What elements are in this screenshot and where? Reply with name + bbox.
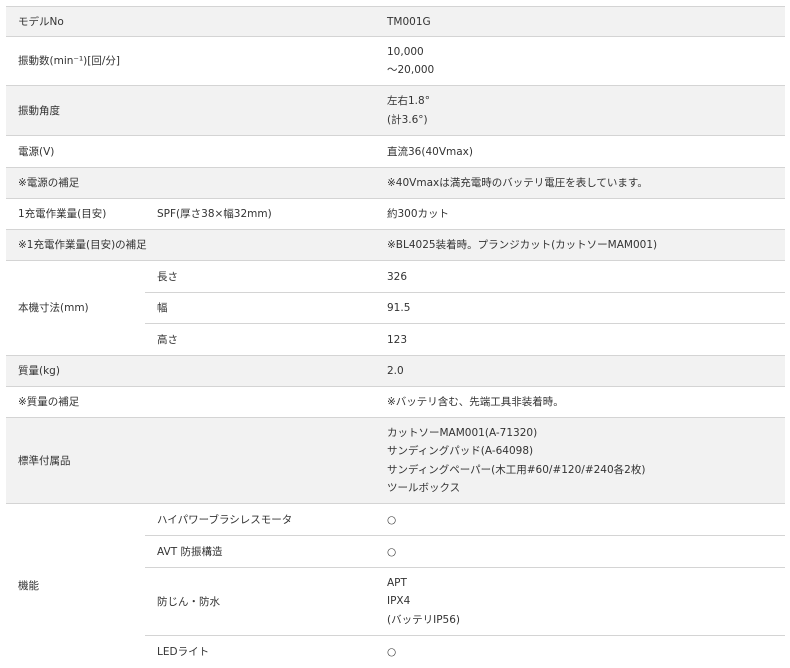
value-line: カットソーMAM001(A-71320) [387,426,538,439]
row-sublabel: SPF(厚さ38×幅32mm) [145,198,375,230]
row-work: 1充電作業量(目安) SPF(厚さ38×幅32mm) 約300カット [6,198,785,230]
row-label: 本機寸法(mm) [6,260,145,356]
value-line: ツールボックス [387,482,461,494]
row-dimension-length: 本機寸法(mm) 長さ 326 [6,260,785,356]
row-value: ○ [375,535,785,568]
row-sublabel: 高さ [145,323,375,356]
value-line: 10,000 [387,45,424,58]
row-label: ※1充電作業量(目安)の補足 [6,229,375,261]
row-value: ※バッテリ含む、先端工具非装着時。 [375,386,785,418]
row-mass-note: ※質量の補足 ※バッテリ含む、先端工具非装着時。 [6,386,785,418]
value-line: (計3.6°) [387,113,428,126]
row-value: ※40Vmaxは満充電時のバッテリ電圧を表しています。 [375,167,785,199]
row-label: 振動角度 [6,85,375,136]
row-sublabel: LEDライト [145,635,375,668]
row-model: モデルNo TM001G [6,6,785,37]
row-sublabel: AVT 防振構造 [145,535,375,568]
row-label: ※質量の補足 [6,386,375,418]
row-value: ※BL4025装着時。プランジカット(カットソーMAM001) [375,229,785,261]
row-sublabel: 長さ [145,260,375,293]
row-value: 約300カット [375,198,785,230]
row-sublabel: ハイパワーブラシレスモータ [145,503,375,536]
row-value: 左右1.8° (計3.6°) [375,85,785,136]
row-label: 標準付属品 [6,417,375,504]
row-label: 振動数(min⁻¹)[回/分] [6,36,375,86]
row-vibration: 振動数(min⁻¹)[回/分] 10,000 ～20,000 [6,36,785,86]
row-value: 直流36(40Vmax) [375,135,785,168]
row-sublabel: 防じん・防水 [145,567,375,636]
row-power: 電源(V) 直流36(40Vmax) [6,135,785,168]
value-line: APT [387,576,407,589]
row-label: 電源(V) [6,135,375,168]
value-line: サンディングパッド(A-64098) [387,445,534,457]
value-line: 左右1.8° [387,95,430,107]
row-label: ※電源の補足 [6,167,375,199]
row-value: 2.0 [375,355,785,387]
row-feature-motor: 機能 ハイパワーブラシレスモータ ○ [6,503,785,668]
row-value: 91.5 [375,292,785,324]
row-value: 123 [375,323,785,356]
row-sublabel: 幅 [145,292,375,324]
row-power-note: ※電源の補足 ※40Vmaxは満充電時のバッテリ電圧を表しています。 [6,167,785,199]
row-value: 326 [375,260,785,293]
row-value: ○ [375,635,785,668]
spec-table: モデルNo TM001G 振動数(min⁻¹)[回/分] 10,000 ～20,… [6,6,785,668]
row-angle: 振動角度 左右1.8° (計3.6°) [6,85,785,136]
row-value: 10,000 ～20,000 [375,36,785,86]
row-mass: 質量(kg) 2.0 [6,355,785,387]
row-label: 1充電作業量(目安) [6,198,145,230]
row-value: カットソーMAM001(A-71320) サンディングパッド(A-64098) … [375,417,785,504]
row-label: モデルNo [6,6,375,37]
row-label: 質量(kg) [6,355,375,387]
row-label: 機能 [6,503,145,668]
row-work-note: ※1充電作業量(目安)の補足 ※BL4025装着時。プランジカット(カットソーM… [6,229,785,261]
value-line: ～20,000 [387,64,435,76]
value-line: (バッテリIP56) [387,613,460,626]
value-line: IPX4 [387,595,411,608]
row-value: ○ [375,503,785,536]
row-value: APT IPX4 (バッテリIP56) [375,567,785,636]
row-accessories: 標準付属品 カットソーMAM001(A-71320) サンディングパッド(A-6… [6,417,785,504]
value-line: サンディングペーパー(木工用#60/#120/#240各2枚) [387,463,646,476]
row-value: TM001G [375,6,785,37]
